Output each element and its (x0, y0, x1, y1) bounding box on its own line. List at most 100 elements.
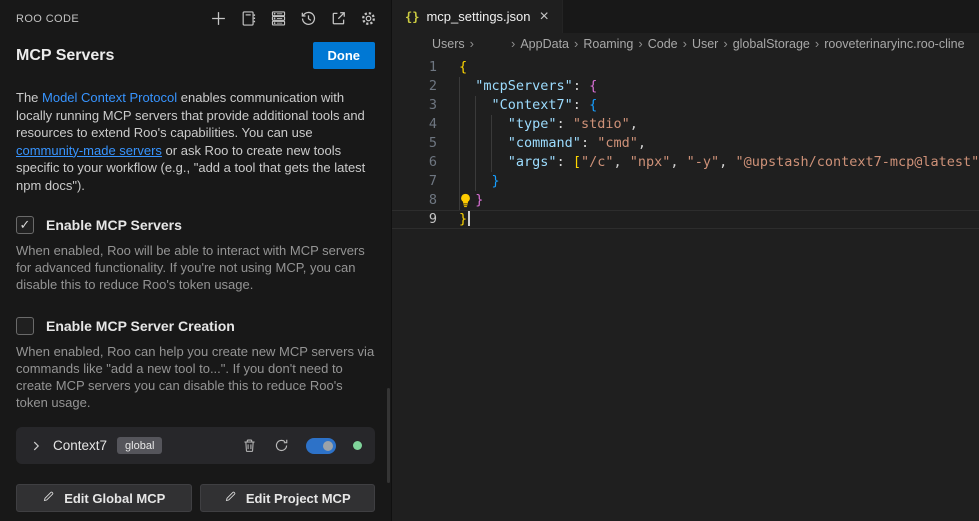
breadcrumb-item[interactable]: Code (648, 37, 678, 51)
breadcrumb-separator: › (638, 36, 642, 51)
editor-pane: {} mcp_settings.json × Users › › AppData › Ro… (392, 0, 979, 521)
code-line-3[interactable]: 3 "Context7": { (392, 96, 979, 115)
intro-text: The Model Context Protocol enables commu… (16, 89, 374, 194)
settings-button[interactable] (360, 10, 377, 27)
delete-server-button[interactable] (242, 438, 257, 453)
roo-code-panel: ROO CODE (0, 0, 392, 521)
pencil-icon (224, 490, 237, 506)
line-content: "command": "cmd", (437, 134, 646, 153)
code-line-9[interactable]: 9} (392, 210, 979, 229)
json-file-icon: {} (405, 10, 419, 24)
page-title: MCP Servers (16, 47, 114, 65)
code-line-6[interactable]: 6 "args": ["/c", "npx", "-y", "@upstash/… (392, 153, 979, 172)
edit-project-mcp-button[interactable]: Edit Project MCP (200, 484, 376, 512)
intro-segment: The (16, 90, 42, 105)
line-number: 5 (392, 134, 437, 153)
tab-mcp-settings-json[interactable]: {} mcp_settings.json × (392, 0, 563, 33)
line-content: "args": ["/c", "npx", "-y", "@upstash/co… (437, 153, 979, 172)
enable-mcp-creation-label: Enable MCP Server Creation (46, 318, 235, 334)
pencil-icon (42, 490, 55, 506)
edit-global-mcp-button[interactable]: Edit Global MCP (16, 484, 192, 512)
enable-mcp-servers-description: When enabled, Roo will be able to intera… (16, 242, 375, 293)
breadcrumb-separator: › (683, 36, 687, 51)
breadcrumb-separator: › (815, 36, 819, 51)
line-content: "type": "stdio", (437, 115, 638, 134)
breadcrumb-separator: › (511, 36, 515, 51)
history-button[interactable] (300, 10, 317, 27)
line-number: 6 (392, 153, 437, 172)
code-lines: 1{2 "mcpServers": {3 "Context7": {4 "typ… (392, 58, 979, 229)
enable-mcp-creation-row[interactable]: Enable MCP Server Creation (16, 317, 375, 335)
line-content: } (437, 172, 500, 191)
breadcrumb-item[interactable]: AppData (520, 37, 569, 51)
line-content: "Context7": { (437, 96, 597, 115)
line-number: 1 (392, 58, 437, 77)
code-editor[interactable]: 1{2 "mcpServers": {3 "Context7": {4 "typ… (392, 54, 979, 521)
open-in-editor-button[interactable] (330, 10, 347, 27)
mcp-edit-buttons: Edit Global MCP Edit Project MCP (16, 484, 375, 512)
prompts-button[interactable] (240, 10, 257, 27)
server-row-context7[interactable]: Context7 global (16, 427, 375, 464)
line-number: 7 (392, 172, 437, 191)
breadcrumb-separator: › (574, 36, 578, 51)
line-content: { (437, 58, 467, 77)
edit-global-mcp-label: Edit Global MCP (64, 491, 165, 506)
line-number: 2 (392, 77, 437, 96)
enable-mcp-servers-section: Enable MCP Servers When enabled, Roo wil… (16, 216, 375, 293)
brand-label: ROO CODE (16, 13, 79, 25)
plus-icon (210, 10, 227, 27)
line-number: 3 (392, 96, 437, 115)
done-button[interactable]: Done (313, 42, 376, 69)
notebook-icon (240, 10, 257, 27)
line-number: 9 (392, 210, 437, 229)
code-line-4[interactable]: 4 "type": "stdio", (392, 115, 979, 134)
external-link-icon (330, 10, 347, 27)
breadcrumb-separator: › (470, 36, 474, 51)
new-task-button[interactable] (210, 10, 227, 27)
tab-filename: mcp_settings.json (426, 9, 530, 24)
enable-mcp-creation-checkbox[interactable] (16, 317, 34, 335)
enable-mcp-creation-description: When enabled, Roo can help you create ne… (16, 343, 375, 411)
panel-top-bar: ROO CODE (0, 0, 391, 27)
line-content: } (437, 191, 483, 210)
code-line-5[interactable]: 5 "command": "cmd", (392, 134, 979, 153)
panel-toolbar (210, 10, 377, 27)
server-stack-icon (270, 10, 287, 27)
model-context-protocol-link[interactable]: Model Context Protocol (42, 90, 177, 105)
server-row-actions (242, 438, 362, 454)
enable-mcp-creation-section: Enable MCP Server Creation When enabled,… (16, 317, 375, 411)
mcp-servers-button[interactable] (270, 10, 287, 27)
restart-server-button[interactable] (274, 438, 289, 453)
tab-close-button[interactable]: × (538, 9, 551, 25)
breadcrumb-item[interactable]: Users (432, 37, 465, 51)
server-name: Context7 (53, 438, 107, 453)
tab-bar: {} mcp_settings.json × (392, 0, 979, 33)
text-cursor (468, 211, 470, 226)
line-content: "mcpServers": { (437, 77, 597, 96)
code-line-2[interactable]: 2 "mcpServers": { (392, 77, 979, 96)
breadcrumb-separator: › (723, 36, 727, 51)
breadcrumb-item[interactable]: globalStorage (733, 37, 810, 51)
code-line-1[interactable]: 1{ (392, 58, 979, 77)
enable-mcp-servers-label: Enable MCP Servers (46, 217, 182, 233)
line-number: 8 (392, 191, 437, 210)
sidebar-scrollbar[interactable] (387, 388, 390, 483)
breadcrumb-item[interactable]: Roaming (583, 37, 633, 51)
chevron-right-icon[interactable] (29, 439, 43, 453)
code-line-7[interactable]: 7 } (392, 172, 979, 191)
server-enabled-toggle[interactable] (306, 438, 336, 454)
line-number: 4 (392, 115, 437, 134)
code-line-8[interactable]: 8} (392, 191, 979, 210)
server-scope-badge: global (117, 437, 162, 454)
line-content: } (437, 210, 470, 229)
breadcrumb-item[interactable]: rooveterinaryinc.roo-cline (824, 37, 964, 51)
breadcrumb: Users › › AppData › Roaming › Code › User › globalS… (392, 33, 979, 54)
community-servers-link[interactable]: community-made servers (16, 143, 162, 158)
enable-mcp-servers-checkbox[interactable] (16, 216, 34, 234)
history-icon (300, 10, 317, 27)
vscode-window: ROO CODE (0, 0, 979, 521)
enable-mcp-servers-row[interactable]: Enable MCP Servers (16, 216, 375, 234)
refresh-icon (274, 438, 289, 453)
edit-project-mcp-label: Edit Project MCP (246, 491, 351, 506)
breadcrumb-item[interactable]: User (692, 37, 718, 51)
